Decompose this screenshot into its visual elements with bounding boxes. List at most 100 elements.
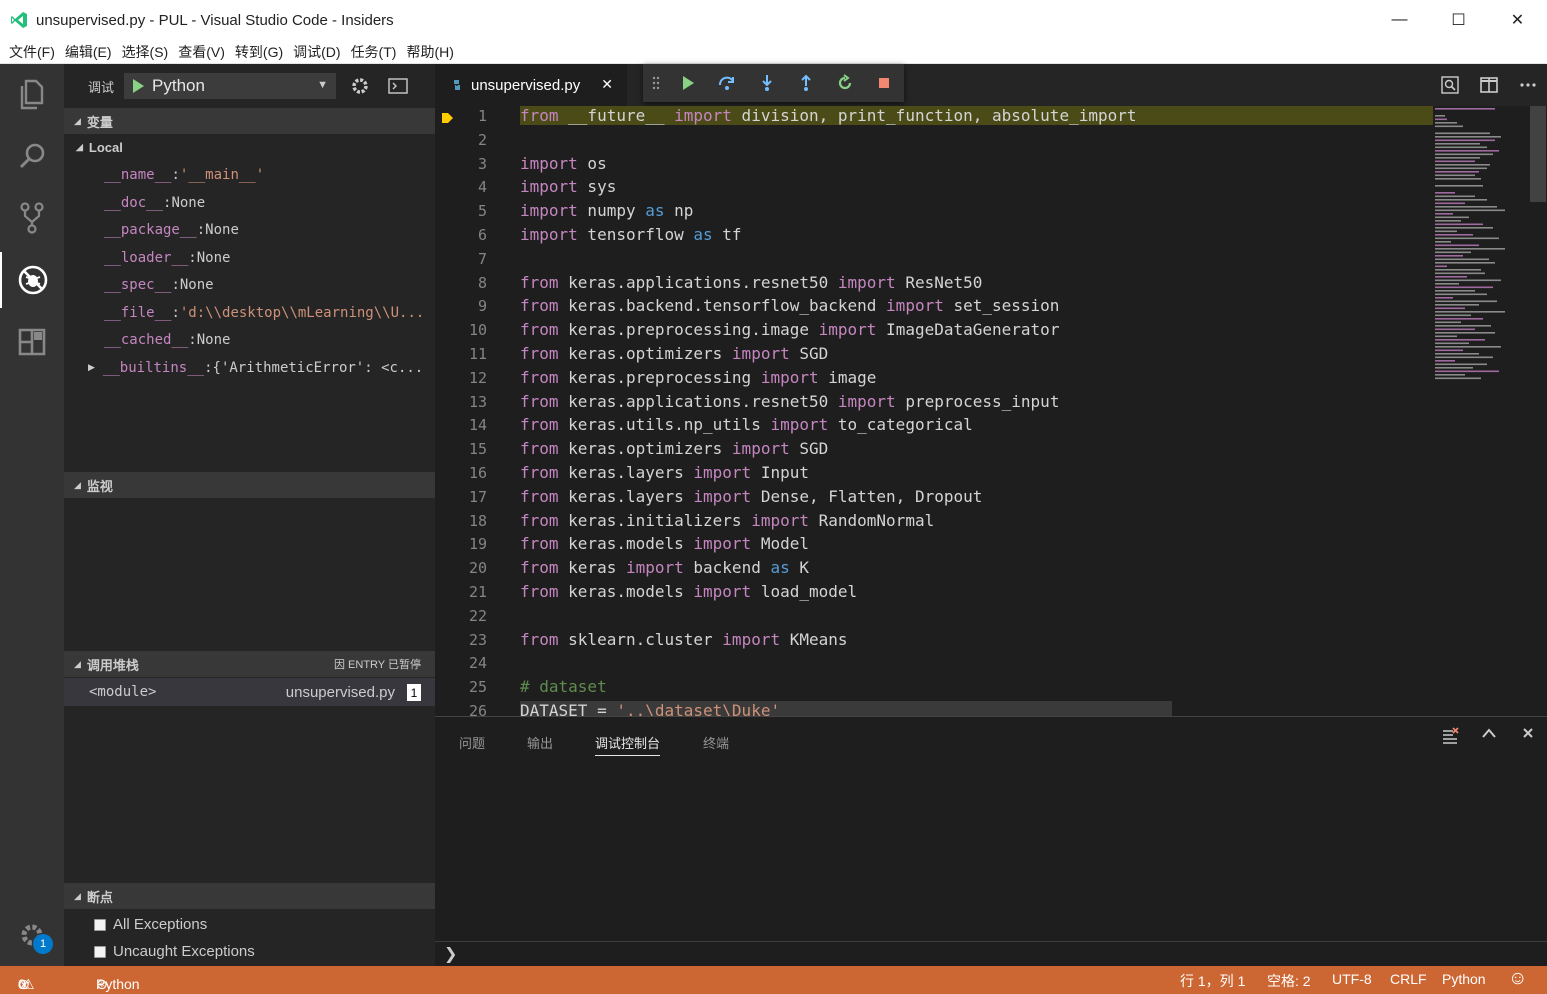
editor-scrollbar[interactable] [1529,106,1547,716]
tab-terminal[interactable]: 终端 [703,733,729,752]
code-line[interactable]: 21 from keras.models import load_model [435,582,1435,606]
variable-row[interactable]: __spec__: None [64,272,435,300]
debug-configuration-select[interactable]: Python ▼ [124,73,337,99]
close-panel-button[interactable] [1508,727,1547,745]
clear-console-button[interactable] [1430,727,1469,745]
feedback-smiley-icon[interactable]: ☺ [1508,968,1527,990]
callstack-section-header[interactable]: ◢ 调用堆栈 因 ENTRY 已暂停 [64,651,435,677]
code-line[interactable]: 24 [435,653,1435,677]
breakpoint-uncaught-exceptions[interactable]: Uncaught Exceptions [64,938,435,965]
open-preview-button[interactable] [1430,75,1469,95]
variable-row[interactable]: __package__: None [64,217,435,245]
breakpoint-all-exceptions[interactable]: All Exceptions [64,911,435,938]
gear-icon[interactable] [350,76,370,96]
code-line[interactable]: 18 from keras.initializers import RandomN… [435,511,1435,535]
checkbox[interactable] [94,945,106,958]
checkbox[interactable] [94,918,106,931]
start-debugging-icon[interactable] [128,76,148,96]
maximize-panel-button[interactable] [1469,727,1508,745]
drag-handle-icon[interactable] [643,64,669,102]
code-line[interactable]: 17 from keras.layers import Dense, Flatte… [435,487,1435,511]
menu-go[interactable]: 转到(G) [235,42,283,62]
minimize-button[interactable]: — [1370,0,1429,40]
code-text: from keras.preprocessing.image import Im… [520,320,1060,340]
variable-row[interactable]: __cached__: None [64,327,435,355]
eol-status[interactable]: CRLF [1390,971,1427,987]
code-line[interactable]: 25 # dataset [435,677,1435,701]
code-line[interactable]: 26 DATASET = '..\dataset\Duke' [435,701,1435,716]
code-line[interactable]: 4 import sys [435,177,1435,201]
debug-repl-input[interactable]: ❯ [435,941,1547,966]
variables-section-header[interactable]: ◢ 变量 [64,108,435,134]
vscode-logo-icon [11,12,27,28]
extensions-button[interactable] [0,314,64,370]
tab-output[interactable]: 输出 [527,733,553,752]
scope-local[interactable]: ◢ Local [64,134,435,162]
variable-row[interactable]: __file__: 'd:\\desktop\\mLearning\\U... [64,299,435,327]
code-line[interactable]: 14 from keras.utils.np_utils import to_ca… [435,415,1435,439]
menu-debug[interactable]: 调试(D) [293,42,340,62]
source-control-button[interactable] [0,190,64,246]
debug-button[interactable] [0,252,64,308]
encoding-status[interactable]: UTF-8 [1332,971,1372,987]
tab-problems[interactable]: 问题 [459,733,485,752]
maximize-button[interactable]: ☐ [1429,0,1488,40]
expanded-triangle-icon: ◢ [74,890,81,901]
code-editor[interactable]: 1 from __future__ import division, print_… [435,106,1547,716]
indentation-status[interactable]: 空格: 2 [1267,971,1311,991]
minimap[interactable] [1433,106,1529,716]
close-tab-icon[interactable]: ✕ [601,76,613,93]
code-line[interactable]: 11 from keras.optimizers import SGD [435,344,1435,368]
language-mode[interactable]: Python [1442,971,1486,987]
menu-tasks[interactable]: 任务(T) [351,42,397,62]
cursor-position[interactable]: 行 1，列 1 [1180,971,1245,991]
search-button[interactable] [0,128,64,184]
step-out-button[interactable] [786,64,825,102]
watch-section-header[interactable]: ◢ 监视 [64,472,435,498]
code-line[interactable]: 1 from __future__ import division, print_… [435,106,1435,130]
debug-console-icon[interactable] [388,78,408,94]
step-into-button[interactable] [747,64,786,102]
step-over-button[interactable] [708,64,747,102]
line-number: 23 [468,630,487,649]
code-line[interactable]: 6 import tensorflow as tf [435,225,1435,249]
variable-row[interactable]: __doc__: None [64,189,435,217]
tab-debug-console[interactable]: 调试控制台 [595,733,661,756]
split-editor-button[interactable] [1469,76,1508,94]
line-number: 1 [477,107,487,125]
code-line[interactable]: 13 from keras.applications.resnet50 impor… [435,392,1435,416]
more-actions-button[interactable] [1508,82,1547,88]
code-line[interactable]: 12 from keras.preprocessing import image [435,368,1435,392]
menu-view[interactable]: 查看(V) [178,42,225,62]
stop-button[interactable] [865,64,904,102]
code-line[interactable]: 16 from keras.layers import Input [435,463,1435,487]
code-line[interactable]: 2 [435,130,1435,154]
code-line[interactable]: 15 from keras.optimizers import SGD [435,439,1435,463]
settings-button[interactable] [0,907,64,963]
menu-file[interactable]: 文件(F) [9,42,55,62]
menu-edit[interactable]: 编辑(E) [65,42,112,62]
code-line[interactable]: 23 from sklearn.cluster import KMeans [435,630,1435,654]
menu-selection[interactable]: 选择(S) [122,42,169,62]
code-line[interactable]: 5 import numpy as np [435,201,1435,225]
restart-button[interactable] [826,64,865,102]
code-line[interactable]: 3 import os [435,154,1435,178]
variable-row[interactable]: __name__: '__main__' [64,162,435,190]
scrollbar-thumb[interactable] [1530,106,1546,202]
code-line[interactable]: 7 [435,249,1435,273]
breakpoints-section-header[interactable]: ◢ 断点 [64,883,435,909]
menu-help[interactable]: 帮助(H) [406,42,453,62]
close-window-button[interactable]: ✕ [1488,0,1547,40]
code-line[interactable]: 8 from keras.applications.resnet50 import… [435,273,1435,297]
code-line[interactable]: 22 [435,606,1435,630]
code-line[interactable]: 10 from keras.preprocessing.image import … [435,320,1435,344]
variable-row[interactable]: ▶ __builtins__: {'ArithmeticError': <c... [64,354,435,382]
code-line[interactable]: 19 from keras.models import Model [435,534,1435,558]
callstack-frame[interactable]: <module> unsupervised.py 1 [64,678,435,706]
explorer-button[interactable] [0,66,64,122]
code-line[interactable]: 9 from keras.backend.tensorflow_backend i… [435,296,1435,320]
variable-row[interactable]: __loader__: None [64,244,435,272]
continue-button[interactable] [669,64,708,102]
code-line[interactable]: 20 from keras import backend as K [435,558,1435,582]
tab-unsupervised-py[interactable]: unsupervised.py ✕ [435,64,627,106]
